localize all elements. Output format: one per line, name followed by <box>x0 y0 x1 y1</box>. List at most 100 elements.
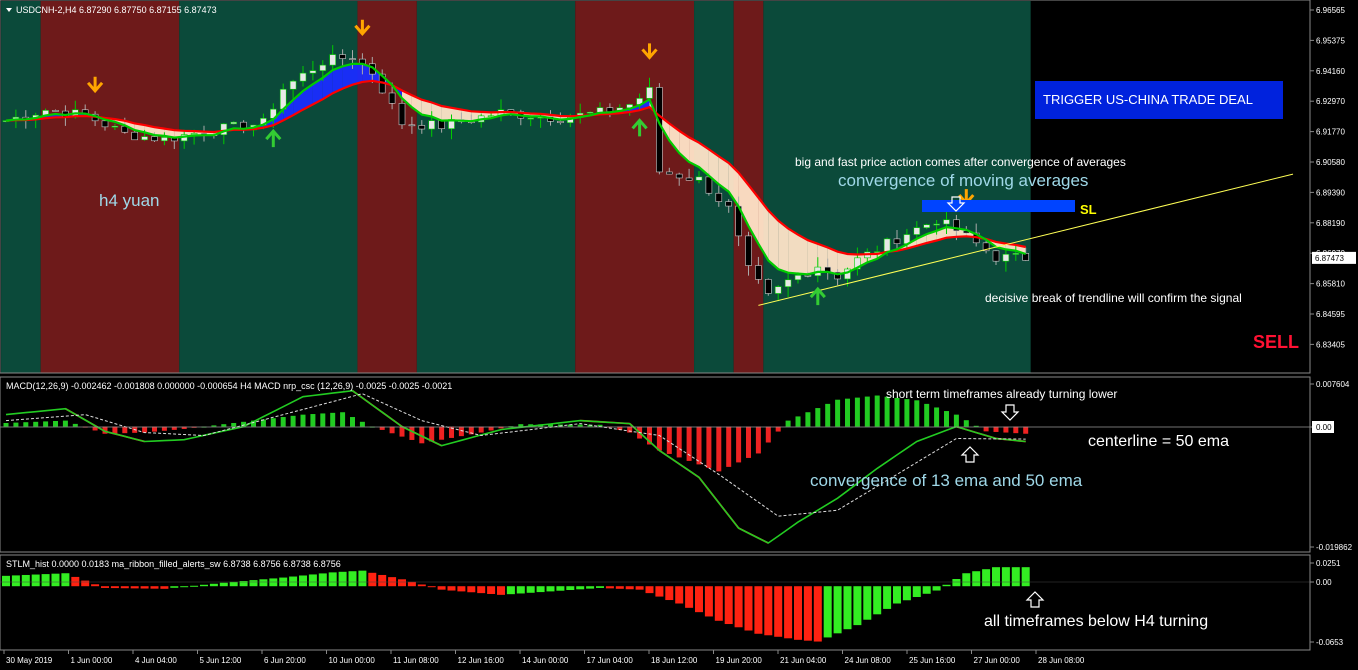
macd-bar <box>409 426 415 440</box>
macd-tick-label: 0.007604 <box>1316 380 1350 389</box>
macd-bar <box>656 426 662 451</box>
stlm-bar <box>922 586 931 594</box>
stlm-bar <box>91 584 100 587</box>
stlm-bar <box>101 586 109 588</box>
candle-body <box>933 223 940 226</box>
candle-body <box>755 265 762 280</box>
time-tick-label: 17 Jun 04:00 <box>587 656 634 665</box>
stlm-bar <box>784 586 793 639</box>
stlm-bar <box>1011 567 1020 587</box>
price-tick-label: 6.83405 <box>1316 340 1345 349</box>
macd-bar <box>518 424 524 427</box>
macd-bar <box>874 395 880 427</box>
stlm-bar <box>249 580 258 587</box>
macd-tick-label: 0.00 <box>1316 423 1332 432</box>
stlm-bar <box>299 575 307 587</box>
stlm-bar <box>744 586 753 631</box>
candle-body <box>745 235 752 266</box>
stlm-bar <box>120 586 129 589</box>
stlm-bar <box>516 586 525 594</box>
trigger-label: TRIGGER US-CHINA TRADE DEAL <box>1043 92 1253 107</box>
stlm-bar <box>289 576 298 587</box>
candle-body <box>527 117 535 120</box>
stlm-bar <box>1021 567 1030 587</box>
candle-body <box>161 137 168 142</box>
stlm-bar <box>318 573 327 587</box>
macd-bar <box>320 413 326 427</box>
zone-bear <box>357 1 417 373</box>
macd-bar <box>765 426 771 443</box>
macd-bar <box>62 420 68 427</box>
macd-bar <box>934 407 940 427</box>
macd-bar <box>330 412 336 427</box>
stlm-bar <box>992 567 1000 587</box>
stlm-tick-label: 0.0251 <box>1316 559 1341 568</box>
stlm-bar <box>704 586 713 617</box>
candle-body <box>319 64 327 71</box>
stlm-tick-label: 0.00 <box>1316 578 1332 587</box>
macd-bar <box>755 426 761 454</box>
stlm-bar <box>645 586 654 594</box>
ribbon-segment <box>788 228 798 274</box>
candle-body <box>943 219 950 225</box>
macd-bar <box>280 417 286 427</box>
candle-body <box>1002 253 1010 262</box>
stlm-bar <box>358 570 367 587</box>
candle-body <box>388 92 396 104</box>
time-tick-label: 11 Jun 08:00 <box>393 656 439 665</box>
stlm-bar <box>794 586 802 640</box>
candle-body <box>923 224 931 228</box>
macd-bar <box>716 426 722 472</box>
stlm-bar <box>625 586 634 590</box>
candle-body <box>685 177 693 181</box>
stlm-bar <box>417 584 426 587</box>
macd-bar <box>805 412 811 427</box>
macd-bar <box>696 426 702 465</box>
time-tick-label: 18 Jun 12:00 <box>651 656 698 665</box>
candle-body <box>52 110 59 112</box>
title-bar: USDCNH-2,H4 6.87290 6.87750 6.87155 6.87… <box>6 5 217 15</box>
candle-body <box>1022 253 1030 261</box>
price-tick-label: 6.91770 <box>1316 128 1345 137</box>
candle-body <box>398 103 406 126</box>
macd-bar <box>389 426 395 434</box>
stlm-bar <box>843 586 852 630</box>
stlm-bar <box>952 579 961 587</box>
stlm-bar <box>853 586 862 626</box>
stlm-bar <box>497 586 505 595</box>
stlm-bar <box>982 569 991 587</box>
candle-body <box>586 111 594 114</box>
stlm-bar <box>863 586 872 620</box>
stlm-bar <box>764 586 773 636</box>
stlm-tick-label: -0.0653 <box>1316 638 1344 647</box>
price-tick-label: 6.92970 <box>1316 97 1345 106</box>
candle-body <box>695 176 703 181</box>
price-tick-label: 6.95375 <box>1316 36 1345 45</box>
stlm-bar <box>526 586 535 593</box>
macd-tick-label: -0.019862 <box>1316 543 1353 552</box>
macd-bar <box>845 398 850 427</box>
candle-body <box>893 238 901 244</box>
macd-bar <box>211 425 217 427</box>
stlm-bar <box>447 586 456 591</box>
price-tick-label: 6.89390 <box>1316 188 1345 197</box>
macd-bar <box>676 426 682 458</box>
macd-bar <box>706 426 712 468</box>
macd-bar <box>924 403 930 427</box>
stlm-bar <box>437 586 446 590</box>
stlm-bar <box>873 586 882 615</box>
stlm-bar <box>81 580 90 587</box>
macd-bar <box>785 420 791 427</box>
sell-label: SELL <box>1253 332 1299 352</box>
stlm-bar <box>803 586 812 641</box>
stlm-bar <box>368 572 377 587</box>
macd-bar <box>835 399 841 427</box>
stlm-bar <box>506 586 515 595</box>
stlm-bar <box>635 586 644 590</box>
candle-body <box>715 192 723 202</box>
macd-bar <box>231 422 237 427</box>
candle-body <box>339 54 346 59</box>
stlm-bar <box>883 586 892 609</box>
candle-body <box>1012 253 1020 255</box>
stlm-bar <box>160 586 169 589</box>
